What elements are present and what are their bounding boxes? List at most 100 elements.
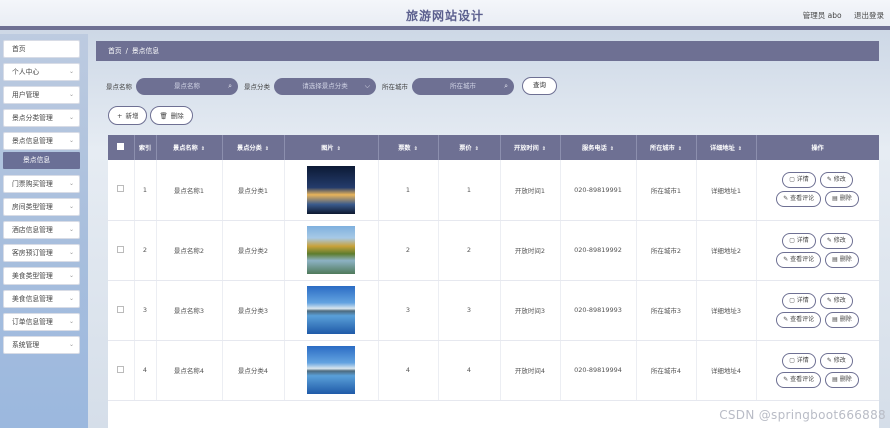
column-header[interactable]: 开放时间 ⇕ [500, 135, 561, 160]
view-comments-button-label: 查看评论 [790, 315, 815, 323]
sidebar-item-label: 景点分类管理 [12, 114, 53, 122]
column-header[interactable]: 票数 ⇕ [378, 135, 439, 160]
column-header[interactable]: 详细地址 ⇕ [696, 135, 757, 160]
edit-button-label: 修改 [833, 296, 846, 304]
column-header[interactable]: 景点名称 ⇕ [156, 135, 223, 160]
name-cell: 景点名称1 [156, 160, 223, 221]
chevron-down-icon: ⌄ [68, 295, 74, 302]
delete-button[interactable]: ▤ 删除 [825, 251, 859, 268]
select-all-checkbox[interactable] [117, 143, 125, 150]
view-comments-button[interactable]: ✎ 查看评论 [776, 191, 822, 208]
sidebar-item[interactable]: 房间类型管理 ⌄ [3, 198, 80, 216]
view-comments-button[interactable]: ✎ 查看评论 [776, 371, 822, 388]
tickets-cell: 4 [378, 340, 439, 401]
sort-icon: ⇕ [336, 146, 341, 152]
operations-cell: ▢ 详情 ✎ 修改 ✎ 查看评论 ▤ 删除 [756, 220, 879, 281]
column-header[interactable]: 景点分类 ⇕ [222, 135, 285, 160]
tickets-cell: 1 [378, 160, 439, 221]
chevron-down-icon: ⌵ [364, 81, 370, 90]
table-row[interactable]: 4 景点名称4 景点分类4 4 4 开放时间4 020-89819994 所在城市4 详细地址4… [108, 340, 879, 401]
column-header[interactable]: 服务电话 ⇕ [560, 135, 637, 160]
row-actions: ▢ 详情 ✎ 修改 ✎ 查看评论 ▤ 删除 [768, 172, 868, 208]
edit-button[interactable]: ✎ 修改 [819, 292, 853, 309]
add-button[interactable]: + 新增 [108, 106, 148, 125]
detail-button[interactable]: ▢ 详情 [782, 292, 816, 309]
view-comments-button[interactable]: ✎ 查看评论 [776, 311, 822, 328]
category-cell: 景点分类4 [222, 340, 285, 401]
chevron-down-icon: ⌄ [68, 68, 74, 75]
city-search-input[interactable]: 所在城市 ⌕ [412, 77, 514, 95]
table-row[interactable]: 2 景点名称2 景点分类2 2 2 开放时间2 020-89819992 所在城市2 详细地址2… [108, 220, 879, 281]
detail-button-label: 详情 [796, 236, 809, 244]
column-header[interactable]: 图片 ⇕ [284, 135, 379, 160]
name-search-input[interactable]: 景点名称 ⌕ [136, 77, 238, 95]
sidebar-subitem-attraction-info[interactable]: 景点信息 [3, 152, 80, 169]
category-cell: 景点分类3 [222, 280, 285, 341]
sidebar-item[interactable]: 景点信息管理 ⌄ [3, 132, 80, 150]
edit-button[interactable]: ✎ 修改 [819, 172, 853, 189]
logout-link[interactable]: 退出登录 [854, 11, 884, 20]
delete-button[interactable]: ▤ 删除 [825, 311, 859, 328]
column-header[interactable]: 票价 ⇕ [438, 135, 501, 160]
phone-cell: 020-89819993 [560, 280, 637, 341]
sidebar-item-label: 系统管理 [12, 341, 40, 349]
detail-button[interactable]: ▢ 详情 [782, 172, 816, 189]
action-buttons: + 新增 🗑︎ 删除 [108, 106, 193, 125]
sidebar-item[interactable]: 客房预订管理 ⌄ [3, 244, 80, 262]
sidebar-item[interactable]: 景点分类管理 ⌄ [3, 109, 80, 127]
price-cell: 3 [438, 280, 501, 341]
sidebar-item[interactable]: 系统管理 ⌄ [3, 336, 80, 354]
table-header-row: 索引 景点名称 ⇕ 景点分类 ⇕ 图片 ⇕ 票数 ⇕ 票价 ⇕ 开放时间 ⇕ 服务电话 ⇕ 所在城市 ⇕ 详细地址… [108, 135, 879, 160]
column-header-label: 景点名称 [173, 145, 198, 152]
tickets-cell: 2 [378, 220, 439, 281]
delete-button[interactable]: ▤ 删除 [825, 371, 859, 388]
sidebar-item[interactable]: 用户管理 ⌄ [3, 86, 80, 104]
table-row[interactable]: 1 景点名称1 景点分类1 1 1 开放时间1 020-89819991 所在城市1 详细地址1… [108, 160, 879, 221]
edit-button[interactable]: ✎ 修改 [819, 232, 853, 249]
batch-delete-button[interactable]: 🗑︎ 删除 [150, 106, 193, 125]
detail-button[interactable]: ▢ 详情 [782, 232, 816, 249]
main-content: 首页 / 景点信息 景点名称 景点名称 ⌕ 景点分类 请选择景点分类 ⌵ 所在城市 … [96, 34, 890, 428]
breadcrumb-home[interactable]: 首页 [108, 47, 122, 55]
sidebar-item-label: 首页 [12, 45, 26, 53]
detail-button[interactable]: ▢ 详情 [782, 352, 816, 369]
query-button[interactable]: 查询 [522, 77, 557, 95]
sidebar-item[interactable]: 订单信息管理 ⌄ [3, 313, 80, 331]
sidebar-item[interactable]: 个人中心 ⌄ [3, 63, 80, 81]
sidebar-item[interactable]: 美食信息管理 ⌄ [3, 290, 80, 308]
sidebar-item-label: 用户管理 [12, 91, 40, 99]
column-header-label: 票数 [398, 145, 411, 152]
table-row[interactable]: 3 景点名称3 景点分类3 3 3 开放时间3 020-89819993 所在城市3 详细地址3… [108, 280, 879, 341]
pencil-icon: ✎ [826, 296, 834, 304]
sidebar-item-label: 订单信息管理 [12, 318, 53, 326]
image-cell [284, 340, 379, 401]
view-comments-button[interactable]: ✎ 查看评论 [776, 251, 822, 268]
column-header: 索引 [134, 135, 157, 160]
address-cell: 详细地址4 [696, 340, 757, 401]
name-search-placeholder: 景点名称 [174, 81, 200, 90]
column-header-label: 所在城市 [650, 145, 675, 152]
sidebar-item[interactable]: 酒店信息管理 ⌄ [3, 221, 80, 239]
delete-button[interactable]: ▤ 删除 [825, 191, 859, 208]
column-header[interactable]: 所在城市 ⇕ [636, 135, 697, 160]
sidebar-item[interactable]: 首页 [3, 40, 80, 58]
row-checkbox[interactable] [117, 185, 125, 193]
edit-button[interactable]: ✎ 修改 [819, 352, 853, 369]
category-select[interactable]: 请选择景点分类 ⌵ [274, 77, 376, 95]
price-cell: 1 [438, 160, 501, 221]
sidebar-item[interactable]: 门票购买管理 ⌄ [3, 175, 80, 193]
row-checkbox[interactable] [117, 305, 125, 313]
name-search-label: 景点名称 [106, 83, 132, 91]
row-checkbox[interactable] [117, 365, 125, 373]
image-cell [284, 160, 379, 221]
row-select-cell [108, 160, 135, 221]
detail-icon: ▢ [789, 356, 797, 364]
address-cell: 详细地址2 [696, 220, 757, 281]
row-checkbox[interactable] [117, 245, 125, 253]
pencil-icon: ✎ [826, 356, 834, 364]
city-cell: 所在城市2 [636, 220, 697, 281]
trash-icon: 🗑︎ [159, 111, 168, 120]
select-all-header[interactable] [108, 135, 135, 160]
city-cell: 所在城市4 [636, 340, 697, 401]
sidebar-item[interactable]: 美食类型管理 ⌄ [3, 267, 80, 285]
